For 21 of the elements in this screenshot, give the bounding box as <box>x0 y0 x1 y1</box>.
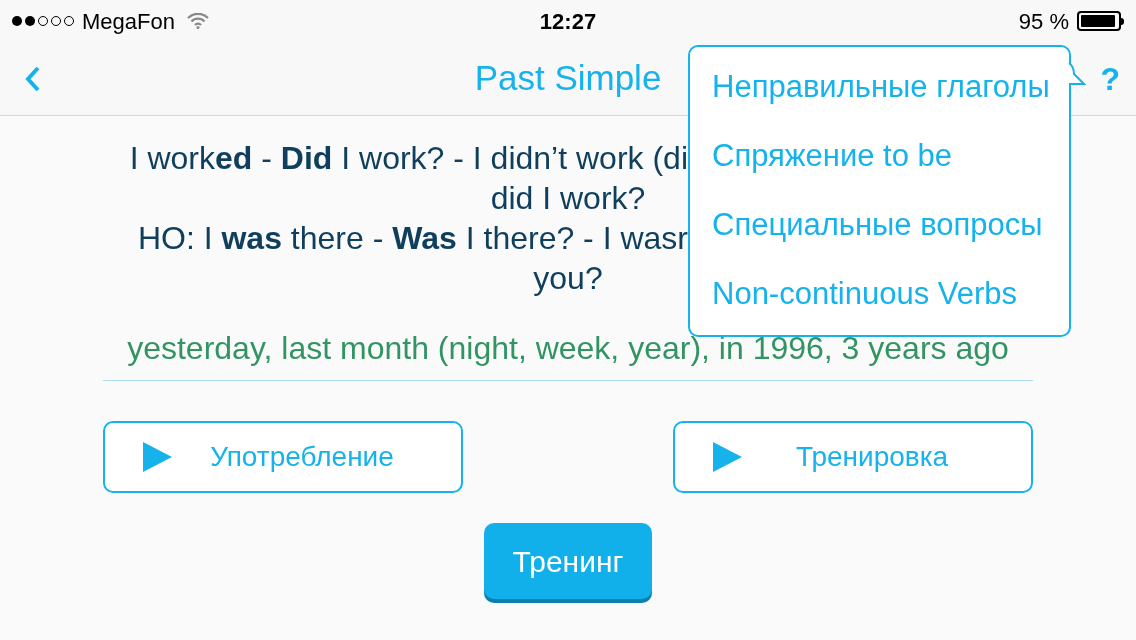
grammar-rule-text: did I work? <box>490 180 646 216</box>
menu-item[interactable]: Спряжение to be <box>712 133 953 180</box>
carrier-name: MegaFon <box>82 7 175 36</box>
play-lesson-button[interactable]: Тренировка <box>673 421 1033 493</box>
help-button[interactable]: ? <box>1100 54 1120 103</box>
back-icon[interactable] <box>24 64 42 93</box>
screen-title: Past Simple <box>474 57 662 100</box>
play-icon <box>711 441 743 473</box>
grammar-rule-text: HO: I was there - Was I there? - I wasr <box>137 220 688 256</box>
battery-icon <box>1077 11 1124 31</box>
grammar-rule-text: I worked - Did I work? - I didn’t work (di <box>129 140 688 176</box>
wifi-icon <box>186 13 209 29</box>
play-lesson-button[interactable]: Употребление <box>103 421 463 493</box>
grammar-rule-text: you? <box>533 260 603 296</box>
menu-item[interactable]: Неправильные глаголы <box>712 64 1050 111</box>
time-markers-text: yesterday, last month (night, week, year), in 1996, 3 years ago <box>127 330 1009 366</box>
play-icon <box>141 441 173 473</box>
clock-time: 12:27 <box>539 7 597 36</box>
menu-item[interactable]: Специальные вопросы <box>712 202 1043 249</box>
battery-percent: 95 % <box>1018 7 1069 36</box>
menu-item[interactable]: Non-continuous Verbs <box>712 271 1018 318</box>
